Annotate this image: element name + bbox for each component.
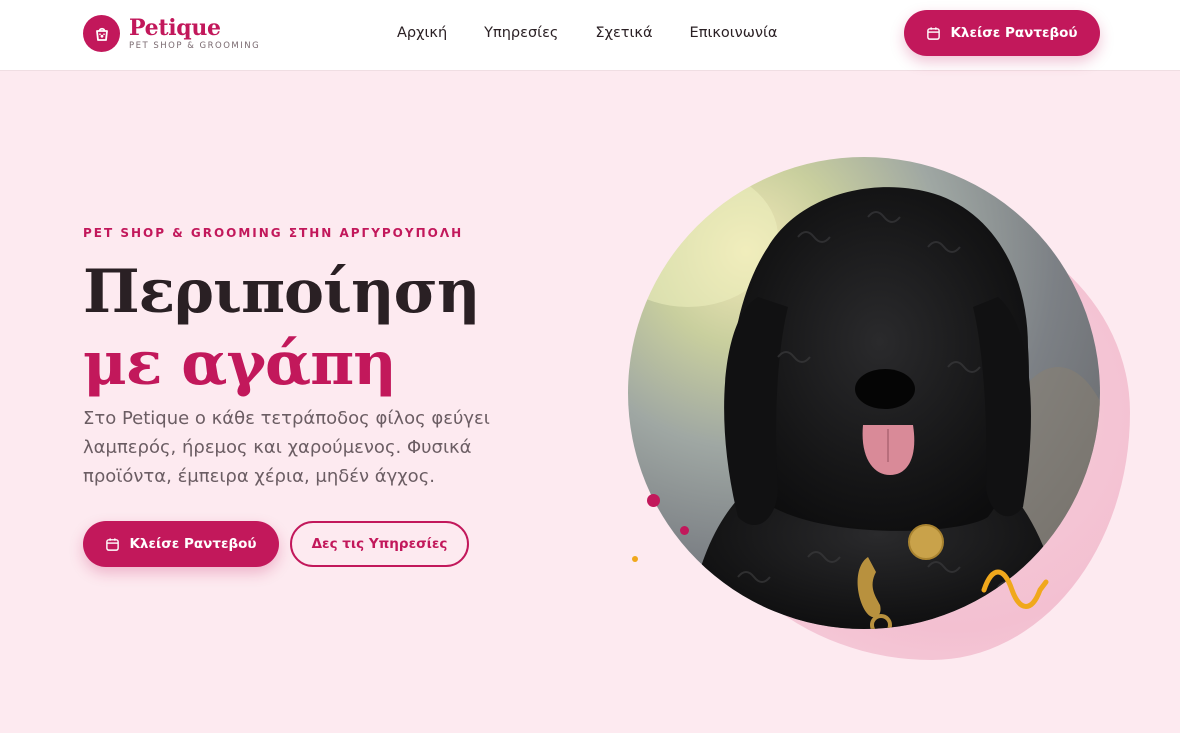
- hero-title: Περιποίηση με αγάπη: [83, 256, 481, 400]
- dog-photo: [628, 157, 1100, 629]
- header-cta-label: Κλείσε Ραντεβού: [950, 25, 1078, 41]
- brand-logo[interactable]: Petique PET SHOP & GROOMING: [83, 15, 260, 52]
- hero-description: Στο Petique ο κάθε τετράποδος φίλος φεύγ…: [83, 408, 490, 487]
- hero-primary-label: Κλείσε Ραντεβού: [129, 536, 257, 552]
- calendar-icon: [106, 537, 120, 551]
- hero-visual: [600, 140, 1160, 680]
- calendar-icon: [927, 26, 941, 40]
- nav-item-home[interactable]: Αρχική: [397, 22, 447, 44]
- main-nav: Αρχική Υπηρεσίες Σχετικά Επικοινωνία: [397, 22, 814, 44]
- brand-tagline: PET SHOP & GROOMING: [129, 40, 261, 51]
- hero-title-line2: με αγάπη: [83, 329, 397, 399]
- hero-title-line1: Περιποίηση: [83, 257, 481, 327]
- nav-item-services[interactable]: Υπηρεσίες: [484, 22, 558, 44]
- nav-item-contact[interactable]: Επικοινωνία: [690, 22, 778, 44]
- decorative-dot: [680, 526, 689, 535]
- hero-actions: Κλείσε Ραντεβού Δες τις Υπηρεσίες: [83, 521, 469, 567]
- nav-item-about[interactable]: Σχετικά: [595, 22, 652, 44]
- view-services-button[interactable]: Δες τις Υπηρεσίες: [290, 521, 469, 567]
- hero-secondary-label: Δες τις Υπηρεσίες: [311, 536, 448, 552]
- decorative-dot: [647, 494, 660, 507]
- hero-eyebrow: PET SHOP & GROOMING ΣΤΗΝ ΑΡΓΥΡΟΥΠΟΛΗ: [83, 226, 464, 240]
- header-book-appointment-button[interactable]: Κλείσε Ραντεβού: [904, 10, 1100, 56]
- paw-bag-icon: [83, 15, 120, 52]
- decorative-squiggle: [981, 569, 1049, 609]
- decorative-dot: [632, 556, 638, 562]
- site-header: Petique PET SHOP & GROOMING Αρχική Υπηρε…: [0, 0, 1180, 70]
- hero-book-appointment-button[interactable]: Κλείσε Ραντεβού: [83, 521, 279, 567]
- brand-name: Petique: [129, 14, 221, 41]
